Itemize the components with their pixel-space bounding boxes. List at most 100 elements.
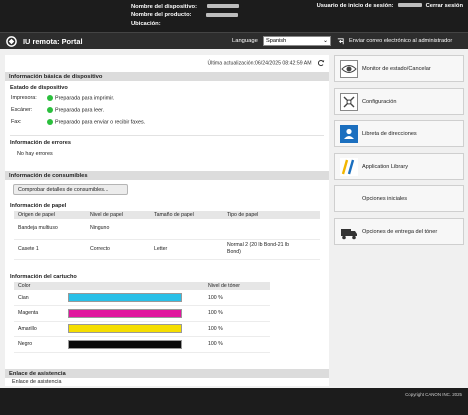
- status-ok-icon: [47, 119, 53, 125]
- scanner-status-text: Preparada para leer.: [55, 107, 105, 114]
- footer: Copyright CANON INC. 2025: [0, 388, 468, 415]
- product-name-value: [205, 12, 238, 17]
- cartridge-bar-cell: [64, 305, 204, 322]
- login-label: Usuario de inicio de sesión:: [316, 3, 394, 9]
- nav-toner-delivery[interactable]: Opciones de entrega del tóner: [334, 217, 464, 245]
- cartridge-name: Amarillo: [14, 321, 64, 337]
- login-info: Usuario de inicio de sesión: Cerrar sesió…: [317, 3, 463, 9]
- cartridge-table-header: Color Nivel de tóner: [14, 282, 270, 290]
- basic-info-header: Información básica de dispositivo: [5, 72, 329, 81]
- col-paper-level: Nivel de papel: [86, 211, 150, 219]
- side-nav: Monitor de estado/Cancelar Configuración…: [334, 55, 464, 250]
- device-name-label: Nombre del dispositivo:: [131, 4, 198, 10]
- login-user: [397, 3, 422, 8]
- last-updated-text: Última actualización:06/24/2025 08:42:59…: [207, 60, 312, 67]
- consumables-header: Información de consumibles: [5, 171, 329, 180]
- nav-settings[interactable]: Configuración: [334, 87, 464, 115]
- language-value: Spanish: [266, 38, 287, 44]
- col-toner-level: Nivel de tóner: [204, 282, 270, 290]
- toner-truck-icon: [341, 228, 357, 239]
- cartridge-name: Cian: [14, 290, 64, 306]
- col-bar: [64, 282, 204, 290]
- chevron-down-icon: ⌄: [322, 38, 328, 44]
- top-info-bar: Nombre del dispositivo: Nombre del produ…: [0, 0, 468, 32]
- toner-bar-black: [68, 339, 182, 349]
- table-row: Amarillo 100 %: [14, 321, 270, 337]
- last-updated: Última actualización:06/24/2025 08:42:59…: [207, 59, 325, 67]
- device-name-value: [207, 4, 240, 9]
- table-row: Casete 1 Correcto Letter Normal 2 (20 lb…: [14, 239, 320, 260]
- table-row: Cian 100 %: [14, 290, 270, 306]
- remote-ui-logo-icon[interactable]: [6, 36, 17, 47]
- eye-icon: [340, 60, 358, 78]
- nav-initial-options[interactable]: Opciones iniciales: [334, 185, 464, 212]
- nav-label: Configuración: [362, 98, 397, 105]
- paper-table-header: Origen de papel Nivel de papel Tamaño de…: [14, 211, 320, 219]
- check-consumables-button[interactable]: Comprobar detalles de consumibles...: [13, 184, 128, 195]
- content-panel: Última actualización:06/24/2025 08:42:59…: [5, 55, 329, 386]
- fax-status: Preparado para enviar o recibir faxes.: [47, 119, 145, 125]
- support-header: Enlace de asistencia: [5, 369, 329, 378]
- main-area: Última actualización:06/24/2025 08:42:59…: [0, 49, 468, 388]
- page-title: IU remota: Portal: [23, 37, 83, 46]
- nav-label: Opciones iniciales: [362, 196, 408, 202]
- product-name-label: Nombre del producto:: [131, 12, 192, 19]
- nav-application-library[interactable]: Application Library: [334, 152, 464, 180]
- fax-label: Fax:: [11, 119, 22, 125]
- printer-status-text: Preparada para imprimir.: [55, 95, 115, 102]
- cartridge-name: Negro: [14, 336, 64, 353]
- nav-status-monitor[interactable]: Monitor de estado/Cancelar: [334, 55, 464, 82]
- status-ok-icon: [47, 107, 53, 113]
- col-paper-type: Tipo de papel: [223, 211, 320, 219]
- paper-source: Casete 1: [14, 239, 86, 260]
- app-library-icon: [340, 157, 358, 176]
- address-book-icon: [340, 125, 358, 143]
- cartridge-level: 100 %: [204, 305, 270, 322]
- settings-icon: [340, 92, 358, 111]
- language-select[interactable]: Spanish ⌄: [263, 36, 331, 46]
- printer-label: Impresora:: [11, 95, 37, 101]
- toner-bar-yellow: [68, 324, 182, 334]
- logout-link[interactable]: Cerrar sesión: [426, 3, 463, 9]
- cartridge-bar-cell: [64, 336, 204, 353]
- cartridge-bar-cell: [64, 290, 204, 306]
- paper-size: Letter: [150, 239, 223, 260]
- paper-type: [223, 219, 320, 240]
- cartridge-bar-cell: [64, 321, 204, 337]
- device-status-title: Estado de dispositivo: [10, 85, 68, 91]
- cartridge-level: 100 %: [204, 290, 270, 306]
- col-paper-source: Origen de papel: [14, 211, 86, 219]
- title-bar: IU remota: Portal Language Spanish ⌄ Env…: [0, 32, 468, 49]
- cartridge-info-title: Información del cartucho: [10, 274, 77, 280]
- copyright: Copyright CANON INC. 2025: [405, 392, 462, 397]
- cartridge-table: Color Nivel de tóner Cian 100 % Magenta …: [14, 282, 270, 353]
- toner-bar-magenta: [68, 308, 182, 318]
- paper-level: Ninguno: [86, 219, 150, 240]
- cartridge-name: Magenta: [14, 305, 64, 322]
- printer-status: Preparada para imprimir.: [47, 95, 114, 101]
- nav-label: Opciones de entrega del tóner: [362, 228, 438, 235]
- error-value: No hay errores: [17, 151, 53, 157]
- cartridge-level: 100 %: [204, 336, 270, 353]
- nav-address-book[interactable]: Libreta de direcciones: [334, 120, 464, 147]
- language-label: Language: [232, 38, 258, 44]
- support-link[interactable]: Enlace de asistencia: [12, 379, 61, 385]
- cartridge-level: 100 %: [204, 321, 270, 337]
- mail-admin-link[interactable]: Enviar correo electrónico al administrad…: [349, 38, 452, 44]
- location-label: Ubicación:: [131, 20, 161, 27]
- nav-label: Application Library: [362, 163, 409, 170]
- mail-arrow-icon[interactable]: [336, 37, 345, 46]
- scanner-label: Escáner:: [11, 107, 33, 113]
- paper-level: Correcto: [86, 239, 150, 260]
- scanner-status: Preparada para leer.: [47, 107, 104, 113]
- refresh-icon[interactable]: [317, 59, 325, 67]
- divider: [10, 135, 324, 136]
- error-info-title: Información de errores: [10, 140, 71, 146]
- status-ok-icon: [47, 95, 53, 101]
- paper-source: Bandeja multiuso: [14, 219, 86, 240]
- table-row: Bandeja multiuso Ninguno: [14, 219, 320, 240]
- table-row: Negro 100 %: [14, 336, 270, 353]
- col-paper-size: Tamaño de papel: [150, 211, 223, 219]
- fax-status-text: Preparado para enviar o recibir faxes.: [55, 119, 146, 126]
- paper-info-title: Información de papel: [10, 203, 67, 209]
